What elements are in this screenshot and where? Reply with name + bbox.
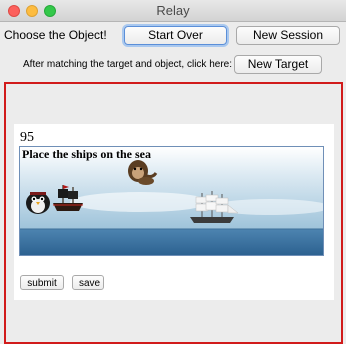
- start-over-button[interactable]: Start Over: [124, 26, 227, 45]
- scene-image[interactable]: Place the ships on the sea: [19, 146, 324, 256]
- cloud: [70, 192, 210, 212]
- submit-button[interactable]: submit: [20, 275, 64, 290]
- window-title: Relay: [156, 3, 190, 18]
- task-panel: 95 Place the ships on the sea submit sav…: [4, 82, 343, 344]
- new-target-button[interactable]: New Target: [234, 55, 322, 74]
- new-target-hint: After matching the target and object, cl…: [23, 59, 232, 70]
- save-button[interactable]: save: [72, 275, 104, 290]
- task-instruction: Place the ships on the sea: [22, 147, 151, 161]
- new-session-button[interactable]: New Session: [236, 26, 340, 45]
- score-value: 95: [20, 130, 34, 145]
- sea-scene-svg: [20, 147, 323, 255]
- penguin-sprite[interactable]: [26, 192, 50, 214]
- title-bar: Relay: [0, 0, 346, 22]
- sea: [20, 229, 323, 255]
- task-card: 95 Place the ships on the sea submit sav…: [14, 124, 334, 300]
- choose-object-label: Choose the Object!: [4, 28, 107, 42]
